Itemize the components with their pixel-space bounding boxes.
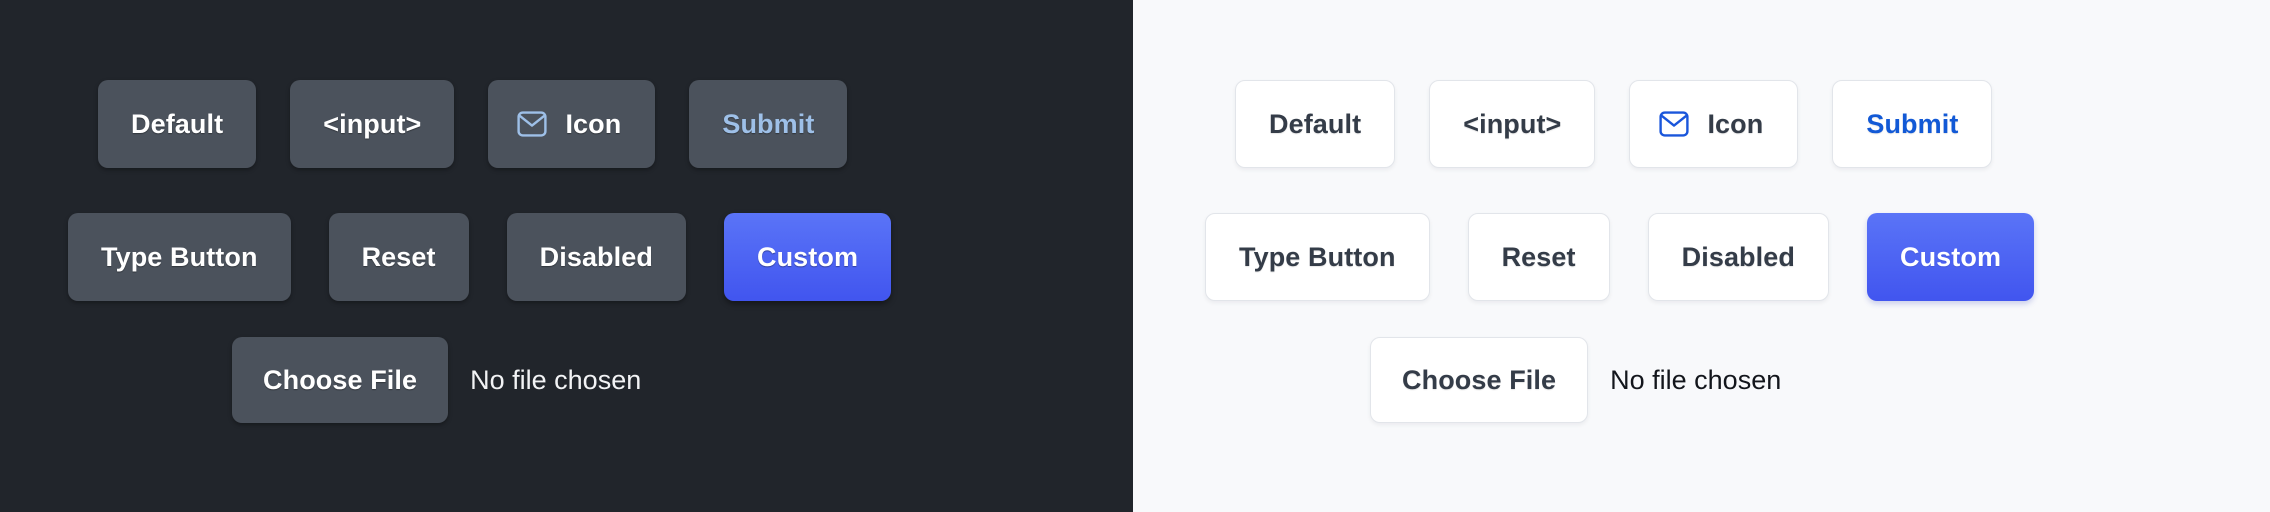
default-button[interactable]: Default bbox=[1235, 80, 1396, 168]
file-input[interactable]: Choose File No file chosen bbox=[1370, 337, 1781, 423]
submit-button[interactable]: Submit bbox=[689, 80, 848, 168]
choose-file-button[interactable]: Choose File bbox=[232, 337, 449, 423]
file-status-text: No file chosen bbox=[470, 364, 642, 395]
type-button[interactable]: Type Button bbox=[1205, 213, 1430, 301]
submit-button[interactable]: Submit bbox=[1832, 80, 1993, 168]
file-input[interactable]: Choose File No file chosen bbox=[232, 337, 641, 423]
icon-button-label: Icon bbox=[565, 108, 622, 139]
file-status-text: No file chosen bbox=[1610, 364, 1782, 395]
dark-file-row: Choose File No file chosen bbox=[232, 337, 641, 423]
icon-button[interactable]: Icon bbox=[488, 80, 656, 168]
light-button-row-1: Default <input> Icon Submit bbox=[1235, 80, 1993, 168]
icon-button-label: Icon bbox=[1707, 108, 1764, 139]
custom-button[interactable]: Custom bbox=[1866, 213, 2035, 301]
light-rows: Default <input> Icon Submit Type Button … bbox=[1133, 0, 2270, 512]
light-theme-panel: Default <input> Icon Submit Type Button … bbox=[1133, 0, 2270, 512]
dark-button-row-1: Default <input> Icon Submit bbox=[98, 80, 848, 168]
default-button[interactable]: Default bbox=[98, 80, 257, 168]
dark-button-row-2: Type Button Reset Disabled Custom bbox=[68, 213, 892, 301]
type-button[interactable]: Type Button bbox=[68, 213, 291, 301]
dark-theme-panel: Default <input> Icon Submit Type Button … bbox=[0, 0, 1133, 512]
disabled-button[interactable]: Disabled bbox=[1647, 213, 1829, 301]
disabled-button[interactable]: Disabled bbox=[506, 213, 686, 301]
reset-button[interactable]: Reset bbox=[328, 213, 469, 301]
input-button[interactable]: <input> bbox=[290, 80, 455, 168]
envelope-icon bbox=[1658, 108, 1690, 140]
icon-button[interactable]: Icon bbox=[1629, 80, 1799, 168]
light-file-row: Choose File No file chosen bbox=[1370, 337, 1781, 423]
button-showcase: Default <input> Icon Submit Type Button … bbox=[0, 0, 2270, 512]
choose-file-button[interactable]: Choose File bbox=[1370, 337, 1589, 423]
envelope-icon bbox=[516, 108, 548, 140]
reset-button[interactable]: Reset bbox=[1467, 213, 1610, 301]
custom-button[interactable]: Custom bbox=[723, 213, 892, 301]
light-button-row-2: Type Button Reset Disabled Custom bbox=[1205, 213, 2035, 301]
dark-rows: Default <input> Icon Submit Type Button … bbox=[0, 0, 1133, 512]
input-button[interactable]: <input> bbox=[1429, 80, 1596, 168]
